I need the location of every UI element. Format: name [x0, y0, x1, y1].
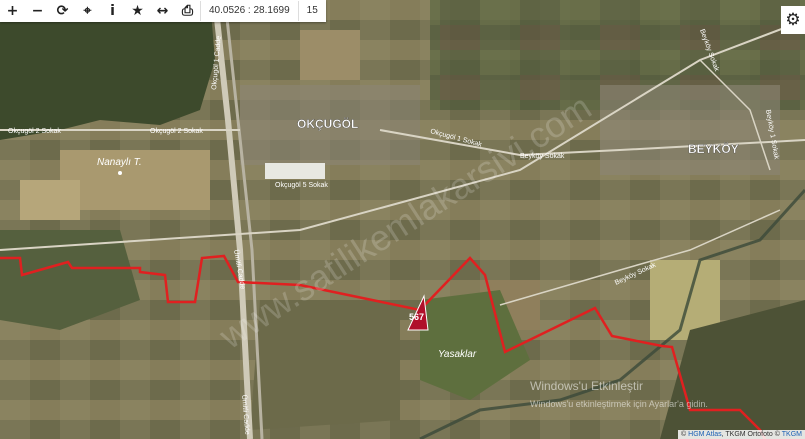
road-label: Okçugöl 2 Sokak — [8, 128, 61, 135]
attribution-tkgm-link[interactable]: TKGM — [782, 431, 802, 438]
parcel-label: 567 — [409, 312, 424, 322]
village-label-okcugol: OKÇUGÖL — [297, 116, 358, 131]
field-light — [300, 30, 360, 80]
area-label: Yasaklar — [438, 349, 477, 360]
info-icon[interactable]: i — [100, 0, 125, 22]
map-attribution: © HGM Atlas, TKGM Ortofoto © TKGM — [678, 430, 805, 439]
star-icon[interactable]: ★ — [125, 0, 150, 22]
zoom-in-button[interactable]: + — [0, 0, 25, 22]
field-light — [20, 180, 80, 220]
road-label: Okçugöl 5 Sokak — [275, 182, 328, 189]
road-label: Beyköy Sokak — [520, 153, 565, 160]
locate-icon[interactable]: ⌖ — [75, 0, 100, 22]
zoom-out-button[interactable]: − — [25, 0, 50, 22]
gear-icon[interactable]: ⚙ — [781, 6, 805, 34]
attribution-separator: , TKGM Ortofoto © — [721, 431, 780, 438]
copyright-symbol: © — [681, 431, 687, 438]
activation-title: Windows'u Etkinleştir — [530, 379, 643, 393]
print-icon[interactable]: ⎙ — [175, 0, 200, 22]
factory-roof — [265, 163, 325, 179]
map-toolbar: + − ⟳ ⌖ i ★ ↔ ⎙ 40.0526 : 28.1699 15 — [0, 0, 326, 22]
satellite-map[interactable]: www.satilikemlakarsivi.com OKÇUGÖL BEYKÖ… — [0, 0, 805, 439]
village-beykoy-area — [600, 85, 780, 175]
hill-label: Nanaylı T. — [97, 157, 142, 168]
coordinate-readout: 40.0526 : 28.1699 — [200, 1, 298, 21]
road-label: Okçugöl 2 Sokak — [150, 128, 203, 135]
hill-point — [118, 171, 122, 175]
measure-icon[interactable]: ↔ — [150, 0, 175, 22]
activation-subtitle: Windows'u etkinleştirmek için Ayarlar'a … — [530, 399, 708, 409]
zoom-level: 15 — [297, 1, 326, 21]
village-label-beykoy: BEYKÖY — [688, 141, 739, 156]
refresh-icon[interactable]: ⟳ — [50, 0, 75, 22]
attribution-hgm-link[interactable]: HGM Atlas — [688, 431, 721, 438]
